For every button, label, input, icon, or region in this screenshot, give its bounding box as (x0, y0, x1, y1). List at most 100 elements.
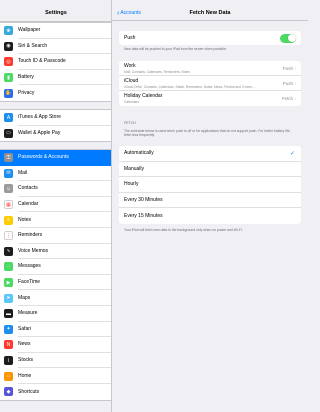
sidebar-item-siri-search[interactable]: ◉ Siri & Search (0, 39, 111, 55)
account-row[interactable]: iCloud iCloud Drive, Contacts, Calendars,… (119, 76, 301, 91)
sidebar-item-label: Measure (18, 306, 111, 322)
sidebar-item-label: Privacy (18, 90, 35, 97)
battery-icon: ▮ (4, 73, 13, 83)
account-row[interactable]: Holiday Calendar Calendars Fetch › (119, 91, 301, 106)
fetch-option[interactable]: Every 15 Minutes (119, 208, 301, 224)
fetch-option-label: Manually (124, 165, 145, 172)
shortcuts-icon: ◆ (4, 387, 13, 397)
fetch-option[interactable]: Automatically ✓ (119, 146, 301, 162)
sidebar-item-stocks[interactable]: ⌇ Stocks (0, 353, 111, 369)
sidebar-item-mail[interactable]: ✉ Mail (0, 166, 111, 182)
back-button[interactable]: ‹ Accounts (117, 9, 141, 17)
sidebar-item-wallpaper[interactable]: ❀ Wallpaper (0, 23, 111, 39)
sidebar-item-label: Mail (18, 166, 111, 182)
sidebar-item-notes[interactable]: ≡ Notes (0, 212, 111, 228)
push-note: New data will be pushed to your iPad fro… (124, 47, 227, 51)
messages-icon: ◌ (4, 262, 13, 272)
notes-icon: ≡ (4, 215, 13, 225)
sidebar-item-calendar[interactable]: ▦ Calendar (0, 197, 111, 213)
account-fetch-mode: Push › (283, 66, 296, 71)
sidebar-item-privacy[interactable]: ✋ Privacy (0, 85, 111, 101)
chevron-right-icon: › (294, 66, 297, 71)
fetch-option[interactable]: Hourly (119, 177, 301, 193)
page-title: Fetch New Data (189, 10, 231, 16)
fetch-option-label: Hourly (124, 181, 139, 188)
sidebar-item-messages[interactable]: ◌ Messages (0, 259, 111, 275)
sidebar-item-label: Contacts (18, 181, 111, 197)
account-row[interactable]: Work Mail, Contacts, Calendars, Reminders… (119, 61, 301, 76)
sidebar-item-home[interactable]: ⌂ Home (0, 368, 111, 384)
stocks-icon: ⌇ (4, 356, 13, 366)
maps-icon: ➤ (4, 293, 13, 303)
sidebar-item-label: Wallpaper (18, 23, 111, 39)
sidebar-item-safari[interactable]: ✦ Safari (0, 322, 111, 338)
sidebar-item-label: Siri & Search (18, 39, 111, 55)
account-name: Holiday Calendar (124, 93, 163, 99)
fetch-option-label: Every 15 Minutes (124, 212, 163, 219)
sidebar-item-maps[interactable]: ➤ Maps (0, 290, 111, 306)
sidebar-item-label: Calendar (18, 197, 111, 213)
sidebar-item-measure[interactable]: ▬ Measure (0, 306, 111, 322)
account-services: iCloud Drive, Contacts, Calendars, Safar… (124, 84, 255, 89)
push-card: Push (119, 31, 301, 45)
push-toggle[interactable] (280, 33, 296, 43)
sidebar-title: Settings (45, 10, 67, 16)
account-fetch-mode: Push › (283, 81, 296, 86)
account-fetch-value: Fetch (281, 96, 293, 101)
settings-sidebar: Settings ❀ Wallpaper ◉ Siri & Search ◎ Touch … (0, 0, 112, 412)
sidebar-group: ⚿ Passwords & Accounts ✉ Mail ☺ Contacts ▦ Cale… (0, 149, 111, 401)
sidebar-item-label: Passwords & Accounts (18, 150, 111, 166)
detail-pane: ‹ Accounts Fetch New Data Push New data … (112, 0, 308, 412)
sidebar-item-voice-memos[interactable]: ∿ Voice Memos (0, 244, 111, 260)
nav-bar: ‹ Accounts Fetch New Data (112, 8, 308, 21)
checkmark-icon: ✓ (289, 151, 295, 157)
fetch-option[interactable]: Manually (119, 162, 301, 177)
sidebar-item-label: Touch ID & Passcode (18, 54, 111, 70)
news-icon: N (4, 340, 13, 350)
sidebar-item-reminders[interactable]: ⋮ Reminders (0, 228, 111, 244)
calendar-icon: ▦ (4, 200, 13, 210)
sidebar-item-touch-id-passcode[interactable]: ◎ Touch ID & Passcode (0, 54, 111, 70)
sidebar-item-news[interactable]: N News (0, 337, 111, 353)
facetime-icon: ▶ (4, 278, 13, 288)
home-icon: ⌂ (4, 371, 13, 381)
sidebar-item-contacts[interactable]: ☺ Contacts (0, 181, 111, 197)
chevron-left-icon: ‹ (117, 9, 120, 17)
sidebar-item-label: Reminders (18, 228, 111, 244)
fetch-option[interactable]: Every 30 Minutes (119, 193, 301, 208)
sidebar-item-itunes-app-store[interactable]: AiTunes & App Store (0, 110, 111, 126)
reminders-icon: ⋮ (4, 231, 13, 241)
chevron-right-icon: › (294, 81, 297, 86)
mail-icon: ✉ (4, 168, 13, 178)
toggle-knob (287, 34, 296, 42)
wallet-apple-pay-icon: ▭ (4, 128, 13, 138)
safari-icon: ✦ (4, 324, 13, 334)
accounts-card: Work Mail, Contacts, Calendars, Reminders… (119, 61, 301, 106)
sidebar-item-wallet-apple-pay[interactable]: ▭ Wallet & Apple Pay (0, 126, 111, 142)
back-label: Accounts (120, 10, 141, 16)
sidebar-item-label: Shortcuts (18, 388, 40, 395)
siri-search-icon: ◉ (4, 41, 13, 51)
sidebar-group: AiTunes & App Store ▭ Wallet & Apple Pay (0, 109, 111, 143)
sidebar-item-battery[interactable]: ▮ Battery (0, 70, 111, 86)
sidebar-group: ❀ Wallpaper ◉ Siri & Search ◎ Touch ID & Pass… (0, 22, 111, 102)
sidebar-item-label: News (18, 337, 111, 353)
account-fetch-value: Push (282, 81, 293, 86)
wallpaper-icon: ❀ (4, 26, 13, 36)
sidebar-item-passwords-accounts[interactable]: ⚿ Passwords & Accounts (0, 150, 111, 166)
fetch-note: The schedule below is used when push is … (124, 129, 291, 138)
sidebar-item-label: Notes (18, 212, 111, 228)
sidebar-item-label: Wallet & Apple Pay (18, 130, 61, 137)
fetch-options-card: Automatically ✓ Manually Hourly Every 30 Min… (119, 146, 301, 224)
footer-note: Your iPad will fetch new data in the bac… (124, 228, 243, 232)
measure-icon: ▬ (4, 309, 13, 319)
sidebar-item-label: Safari (18, 322, 111, 338)
account-services: Mail, Contacts, Calendars, Reminders, No… (124, 69, 190, 74)
contacts-icon: ☺ (4, 184, 13, 194)
sidebar-item-facetime[interactable]: ▶ FaceTime (0, 275, 111, 291)
sidebar-item-shortcuts[interactable]: ◆ Shortcuts (0, 384, 111, 400)
account-services: Calendars (124, 99, 140, 104)
sidebar-item-label: Messages (18, 259, 111, 275)
voice-memos-icon: ∿ (4, 246, 13, 256)
sidebar-item-label: Voice Memos (18, 244, 111, 260)
